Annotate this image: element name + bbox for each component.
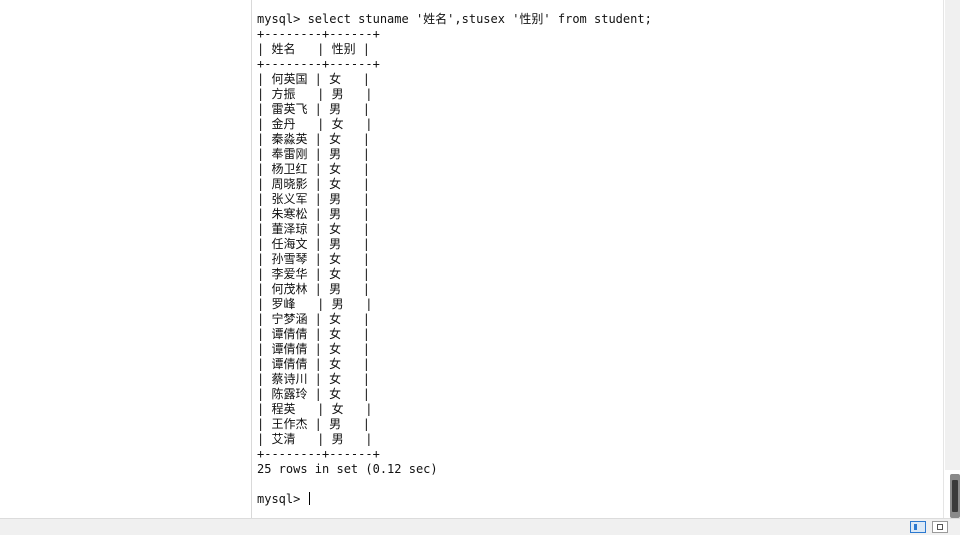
table-row: | 周晓影 | 女 |: [257, 177, 371, 191]
scrollbar-track[interactable]: [945, 0, 960, 470]
vertical-scrollbar[interactable]: [943, 0, 960, 518]
table-row: | 谭倩倩 | 女 |: [257, 327, 371, 341]
table-row: | 孙雪琴 | 女 |: [257, 252, 371, 266]
table-row: | 秦淼英 | 女 |: [257, 132, 371, 146]
table-row: | 何英国 | 女 |: [257, 72, 371, 86]
table-row: | 李爱华 | 女 |: [257, 267, 371, 281]
scrollbar-thumb[interactable]: [950, 474, 960, 518]
table-row: | 谭倩倩 | 女 |: [257, 342, 371, 356]
final-prompt: mysql>: [257, 492, 308, 506]
table-row: | 王作杰 | 男 |: [257, 417, 371, 431]
layout-view-button[interactable]: [932, 521, 948, 533]
table-row: | 金丹 | 女 |: [257, 117, 373, 131]
command-text: select stuname '姓名',stusex '性别' from stu…: [307, 12, 652, 26]
input-line[interactable]: mysql>: [257, 492, 652, 507]
layout-view-icon: [937, 524, 943, 530]
table-row: | 奉雷刚 | 男 |: [257, 147, 371, 161]
command-prompt: mysql>: [257, 12, 308, 26]
table-row: | 任海文 | 男 |: [257, 237, 371, 251]
table-row: | 张义军 | 男 |: [257, 192, 371, 206]
command-line: mysql> select stuname '姓名',stusex '性别' f…: [257, 12, 652, 27]
table-row: | 董泽琼 | 女 |: [257, 222, 371, 236]
table-row: | 蔡诗川 | 女 |: [257, 372, 371, 386]
table-header-border: +--------+------+: [257, 57, 380, 71]
table-row: | 陈露玲 | 女 |: [257, 387, 371, 401]
status-bar: [0, 518, 960, 535]
table-row: | 宁梦涵 | 女 |: [257, 312, 371, 326]
table-bottom-border: +--------+------+: [257, 447, 380, 461]
text-cursor: [308, 492, 310, 505]
terminal-text: mysql> select stuname '姓名',stusex '性别' f…: [257, 12, 652, 507]
table-row: | 杨卫红 | 女 |: [257, 162, 371, 176]
normal-view-icon: [914, 524, 917, 530]
scrollbar-grip: [952, 480, 958, 512]
result-summary: 25 rows in set (0.12 sec): [257, 462, 438, 476]
table-header: | 姓名 | 性别 |: [257, 42, 371, 56]
table-row: | 罗峰 | 男 |: [257, 297, 373, 311]
table-top-border: +--------+------+: [257, 27, 380, 41]
terminal-output[interactable]: mysql> select stuname '姓名',stusex '性别' f…: [252, 0, 943, 518]
table-row: | 程英 | 女 |: [257, 402, 373, 416]
table-row: | 朱寒松 | 男 |: [257, 207, 371, 221]
table-row: | 方振 | 男 |: [257, 87, 373, 101]
table-row: | 谭倩倩 | 女 |: [257, 357, 371, 371]
table-row: | 艾清 | 男 |: [257, 432, 373, 446]
normal-view-button[interactable]: [910, 521, 926, 533]
table-row: | 雷英飞 | 男 |: [257, 102, 371, 116]
left-pane: [0, 0, 252, 518]
table-row: | 何茂林 | 男 |: [257, 282, 371, 296]
